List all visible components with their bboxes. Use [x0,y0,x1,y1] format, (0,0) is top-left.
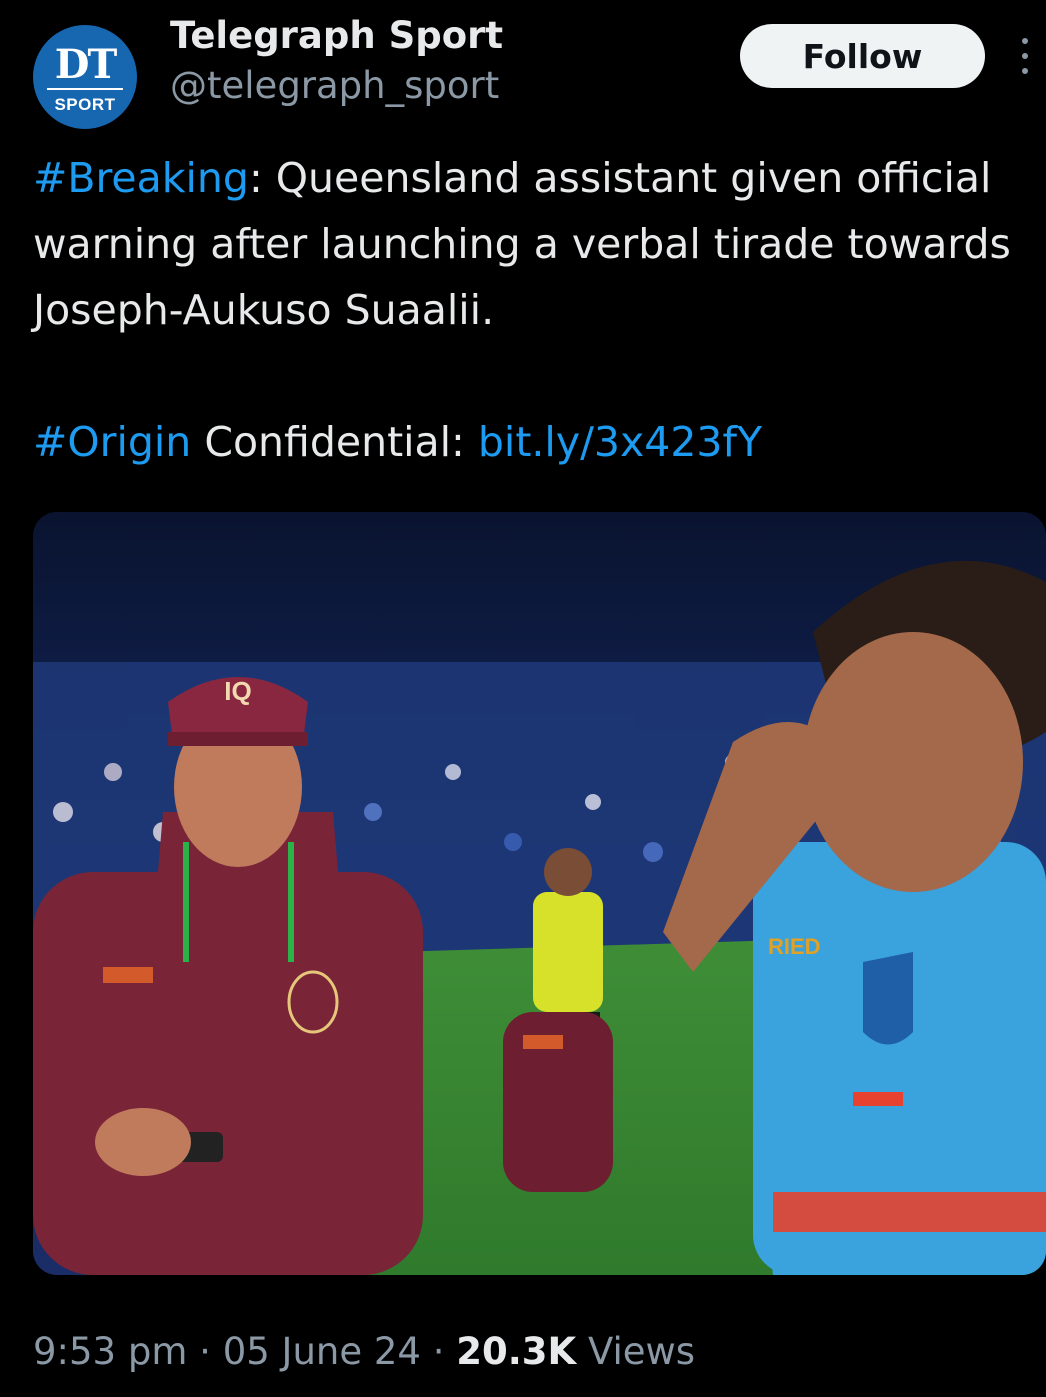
avatar-divider [47,88,123,90]
more-dot [1022,38,1028,44]
separator: · [420,1330,457,1373]
user-handle[interactable]: @telegraph_sport [170,64,499,107]
more-dot [1022,68,1028,74]
tweet-paragraph: #Breaking: Queensland assistant given of… [33,145,1023,343]
views-count[interactable]: 20.3K [456,1330,576,1373]
avatar-sport-text: SPORT [54,95,116,114]
advertising-sign-text: RIED [768,934,821,959]
tweet-body-text: Confidential: [191,418,478,466]
views-label: Views [576,1330,696,1373]
tweet-text: #Breaking: Queensland assistant given of… [33,145,1023,475]
tweet-link[interactable]: bit.ly/3x423fY [478,418,762,466]
tweet-time[interactable]: 9:53 pm [33,1330,187,1373]
hashtag-origin[interactable]: #Origin [33,418,191,466]
staff-figure-back [503,1012,613,1192]
cap-logo-text: IQ [224,676,251,706]
tweet-media-photo[interactable]: IQ RIED [33,512,1046,1275]
hashtag-breaking[interactable]: #Breaking [33,154,249,202]
more-dot [1022,53,1028,59]
tweet-metadata: 9:53 pm · 05 June 24 · 20.3K Views [33,1330,695,1373]
more-vertical-icon[interactable] [1017,38,1033,74]
separator: · [187,1330,223,1373]
follow-button[interactable]: Follow [740,24,985,88]
tweet-paragraph: #Origin Confidential: bit.ly/3x423fY [33,409,1023,475]
display-name[interactable]: Telegraph Sport [170,14,503,57]
avatar-dt-text: DT [54,41,117,88]
tweet-date[interactable]: 05 June 24 [223,1330,421,1373]
avatar[interactable]: DT SPORT [33,25,137,129]
